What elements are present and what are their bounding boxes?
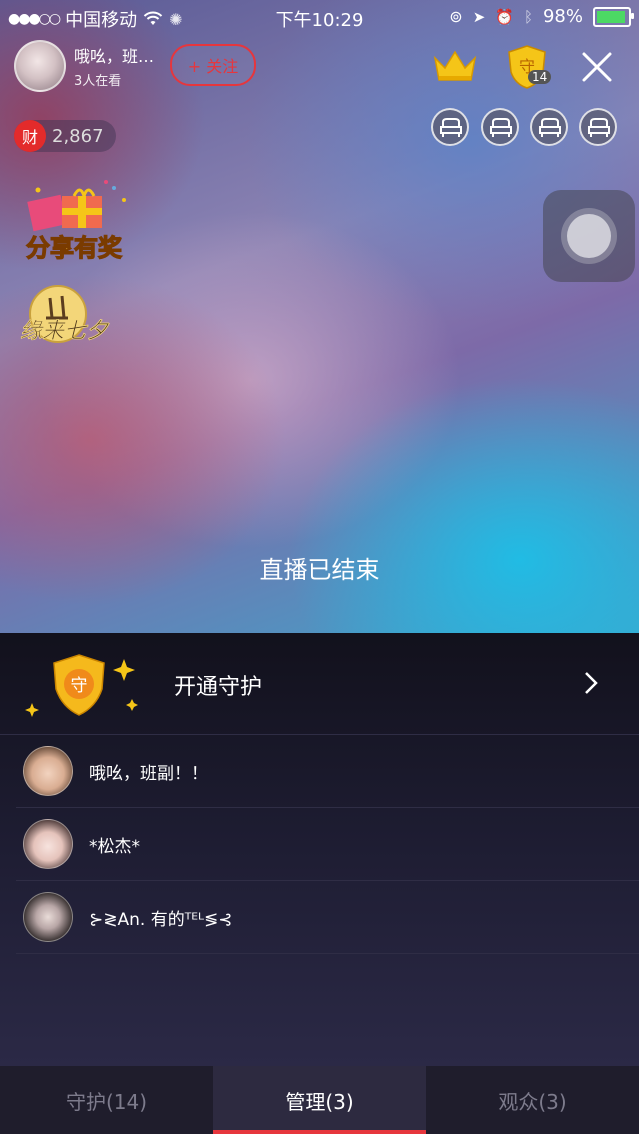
status-bar: ●●●○○ 中国移动 ✺ 下午10:29 ⊚ ➤ ⏰ ᛒ 98%	[0, 0, 639, 34]
alarm-icon: ⏰	[495, 7, 514, 26]
share-reward-promo[interactable]: 分享有奖	[14, 176, 134, 268]
viewer-count: 3人在看	[74, 74, 122, 89]
bottom-tabs: 守护(14) 管理(3) 观众(3)	[0, 1066, 639, 1134]
wealth-value: 2,867	[52, 125, 104, 147]
host-avatar[interactable]	[14, 40, 66, 92]
tab-audience[interactable]: 观众(3)	[426, 1066, 639, 1134]
chevron-right-icon	[585, 672, 598, 694]
crown-icon[interactable]	[432, 48, 478, 84]
live-ended-message: 直播已结束	[259, 556, 380, 584]
list-item[interactable]: ⊱≷An. 有的ᵀᴱᴸ≶⊰	[16, 881, 639, 954]
list-item[interactable]: *松杰*	[16, 808, 639, 881]
avatar	[23, 746, 73, 796]
battery-percent: 98%	[542, 6, 583, 27]
guard-badge-char: 守	[71, 676, 88, 696]
guard-badge-icon: 守	[25, 654, 138, 717]
share-promo-label: 分享有奖	[26, 234, 123, 262]
guard-panel: 守 开通守护 哦吆，班副！！ *松杰* ⊱≷An. 有的ᵀᴱᴸ≶⊰	[0, 633, 639, 1066]
wealth-badge[interactable]: 财 2,867	[14, 120, 116, 152]
avatar	[23, 819, 73, 869]
member-name: *松杰*	[89, 836, 140, 857]
bluetooth-icon: ᛒ	[523, 7, 533, 26]
guard-count-badge: 14	[528, 70, 552, 84]
location-icon: ➤	[472, 7, 486, 26]
seat-icon[interactable]	[481, 108, 519, 146]
open-guard-label: 开通守护	[174, 675, 263, 700]
host-name: 哦吆，班…	[74, 47, 155, 66]
qixi-promo[interactable]: 缘来七夕	[16, 284, 116, 348]
tab-manage[interactable]: 管理(3)	[213, 1066, 426, 1134]
host-info[interactable]: 哦吆，班… 3人在看	[14, 40, 154, 92]
orientation-lock-icon: ⊚	[449, 7, 463, 26]
seat-icon[interactable]	[579, 108, 617, 146]
list-item[interactable]: 哦吆，班副！！	[16, 735, 639, 808]
wealth-icon: 财	[14, 120, 46, 152]
battery-icon	[593, 6, 634, 27]
member-name: ⊱≷An. 有的ᵀᴱᴸ≶⊰	[89, 909, 233, 930]
qixi-promo-label: 缘来七夕	[20, 319, 110, 344]
tab-guard[interactable]: 守护(14)	[0, 1066, 213, 1134]
follow-button[interactable]: + 关注	[170, 44, 256, 86]
open-guard-row[interactable]: 守 开通守护	[0, 633, 639, 735]
assistive-touch-button[interactable]	[543, 190, 635, 282]
member-name: 哦吆，班副！！	[89, 763, 208, 784]
seat-icon[interactable]	[431, 108, 469, 146]
seat-icon[interactable]	[530, 108, 568, 146]
close-icon[interactable]	[580, 50, 614, 84]
avatar	[23, 892, 73, 942]
